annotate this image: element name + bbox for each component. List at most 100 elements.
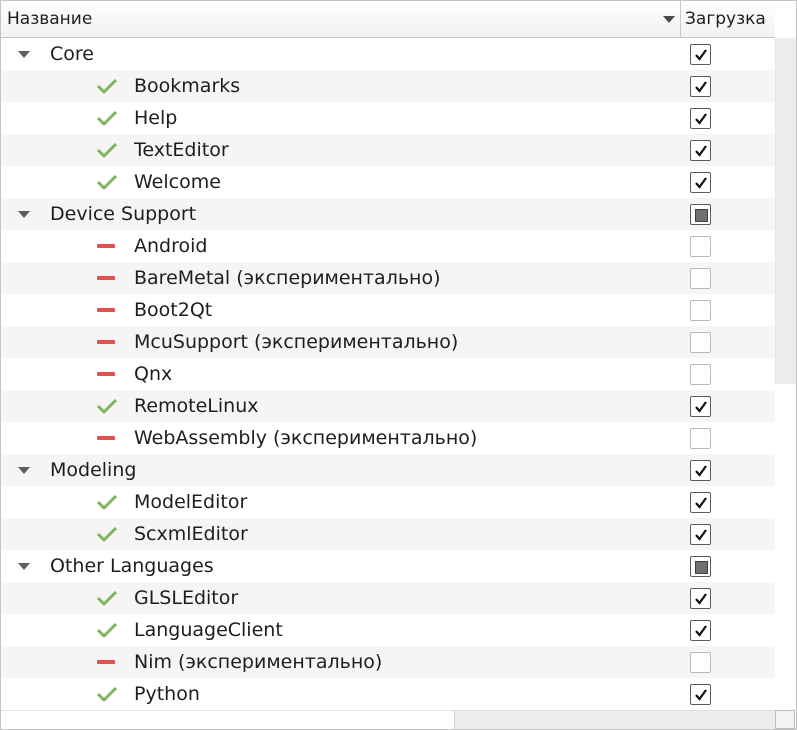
load-checkbox[interactable] bbox=[690, 300, 711, 321]
tree-row[interactable]: GLSLEditor bbox=[1, 582, 775, 614]
checkmark-icon bbox=[695, 81, 707, 93]
plugin-name: ModelEditor bbox=[134, 491, 248, 513]
load-checkbox[interactable] bbox=[690, 652, 711, 673]
plugin-tree-view: Название Загрузка Core Bookmarks Help TextE… bbox=[0, 0, 797, 730]
chevron-down-icon[interactable] bbox=[18, 467, 30, 474]
checkmark-icon bbox=[695, 529, 707, 541]
tree-group-row[interactable]: Other Languages bbox=[1, 550, 775, 582]
tree-row[interactable]: Boot2Qt bbox=[1, 294, 775, 326]
plugin-name: ScxmlEditor bbox=[134, 523, 248, 545]
plugin-name: Qnx bbox=[134, 363, 173, 385]
load-checkbox[interactable] bbox=[690, 108, 711, 129]
scrollbar-corner bbox=[775, 710, 796, 729]
load-checkbox[interactable] bbox=[690, 588, 711, 609]
minus-icon bbox=[97, 340, 115, 344]
checkmark-icon bbox=[695, 177, 707, 189]
checkmark-icon bbox=[695, 465, 707, 477]
plugin-name: RemoteLinux bbox=[134, 395, 259, 417]
tree-row[interactable]: LanguageClient bbox=[1, 614, 775, 646]
horizontal-scrollbar[interactable] bbox=[1, 710, 775, 729]
tree-row[interactable]: Welcome bbox=[1, 166, 775, 198]
tree-row[interactable]: Help bbox=[1, 102, 775, 134]
check-icon bbox=[96, 494, 118, 510]
plugin-name: Welcome bbox=[134, 171, 221, 193]
header-corner bbox=[775, 1, 796, 38]
tree-row[interactable]: Qnx bbox=[1, 358, 775, 390]
column-header-name[interactable]: Название bbox=[1, 1, 681, 38]
plugin-name: BareMetal (экспериментально) bbox=[134, 267, 441, 289]
horizontal-scrollbar-thumb[interactable] bbox=[1, 711, 455, 729]
plugin-name: Bookmarks bbox=[134, 75, 241, 97]
minus-icon bbox=[97, 308, 115, 312]
load-checkbox[interactable] bbox=[690, 172, 711, 193]
column-header-load[interactable]: Загрузка bbox=[681, 1, 775, 38]
check-icon bbox=[96, 110, 118, 126]
tree-group-row[interactable]: Modeling bbox=[1, 454, 775, 486]
plugin-name: McuSupport (экспериментально) bbox=[134, 331, 459, 353]
minus-icon bbox=[97, 372, 115, 376]
chevron-down-icon[interactable] bbox=[18, 563, 30, 570]
plugin-name: GLSLEditor bbox=[134, 587, 239, 609]
checkmark-icon bbox=[695, 401, 707, 413]
tree-header: Название Загрузка bbox=[1, 1, 775, 38]
plugin-name: Core bbox=[50, 43, 94, 65]
tree-row[interactable]: Python bbox=[1, 678, 775, 710]
load-checkbox-partial[interactable] bbox=[690, 556, 711, 577]
load-checkbox[interactable] bbox=[690, 620, 711, 641]
load-checkbox[interactable] bbox=[690, 460, 711, 481]
tree-row[interactable]: BareMetal (экспериментально) bbox=[1, 262, 775, 294]
load-checkbox[interactable] bbox=[690, 268, 711, 289]
load-checkbox[interactable] bbox=[690, 332, 711, 353]
tree-row[interactable]: TextEditor bbox=[1, 134, 775, 166]
load-checkbox[interactable] bbox=[690, 236, 711, 257]
check-icon bbox=[96, 78, 118, 94]
tree-row[interactable]: RemoteLinux bbox=[1, 390, 775, 422]
minus-icon bbox=[97, 276, 115, 280]
plugin-name: Android bbox=[134, 235, 208, 257]
plugin-name: Help bbox=[134, 107, 178, 129]
tree-group-row[interactable]: Device Support bbox=[1, 198, 775, 230]
checkmark-icon bbox=[695, 113, 707, 125]
tree-row[interactable]: Android bbox=[1, 230, 775, 262]
tree-group-row[interactable]: Core bbox=[1, 38, 775, 70]
checkmark-icon bbox=[695, 145, 707, 157]
check-icon bbox=[96, 142, 118, 158]
minus-icon bbox=[97, 244, 115, 248]
plugin-rows: Core Bookmarks Help TextEditor Welcome Device… bbox=[1, 38, 775, 710]
tree-row[interactable]: WebAssembly (экспериментально) bbox=[1, 422, 775, 454]
tree-row[interactable]: Nim (экспериментально) bbox=[1, 646, 775, 678]
checkmark-icon bbox=[695, 593, 707, 605]
chevron-down-icon[interactable] bbox=[18, 211, 30, 218]
load-checkbox[interactable] bbox=[690, 684, 711, 705]
load-checkbox-partial[interactable] bbox=[690, 204, 711, 225]
load-checkbox[interactable] bbox=[690, 364, 711, 385]
tree-row[interactable]: McuSupport (экспериментально) bbox=[1, 326, 775, 358]
check-icon bbox=[96, 590, 118, 606]
chevron-down-icon[interactable] bbox=[18, 51, 30, 58]
load-checkbox[interactable] bbox=[690, 76, 711, 97]
plugin-name: Device Support bbox=[50, 203, 197, 225]
load-checkbox[interactable] bbox=[690, 44, 711, 65]
checkmark-icon bbox=[695, 689, 707, 701]
load-checkbox[interactable] bbox=[690, 524, 711, 545]
plugin-name: Modeling bbox=[50, 459, 137, 481]
plugin-name: Boot2Qt bbox=[134, 299, 213, 321]
check-icon bbox=[96, 174, 118, 190]
check-icon bbox=[96, 622, 118, 638]
tree-row[interactable]: ScxmlEditor bbox=[1, 518, 775, 550]
plugin-name: Other Languages bbox=[50, 555, 214, 577]
vertical-scrollbar-thumb[interactable] bbox=[775, 38, 796, 384]
load-checkbox[interactable] bbox=[690, 428, 711, 449]
tree-row[interactable]: Bookmarks bbox=[1, 70, 775, 102]
check-icon bbox=[96, 526, 118, 542]
sort-indicator-icon bbox=[663, 16, 675, 23]
minus-icon bbox=[97, 660, 115, 664]
plugin-name: TextEditor bbox=[134, 139, 229, 161]
vertical-scrollbar[interactable] bbox=[775, 38, 796, 710]
load-checkbox[interactable] bbox=[690, 396, 711, 417]
tree-row[interactable]: ModelEditor bbox=[1, 486, 775, 518]
load-checkbox[interactable] bbox=[690, 140, 711, 161]
load-checkbox[interactable] bbox=[690, 492, 711, 513]
plugin-name: Nim (экспериментально) bbox=[134, 651, 383, 673]
check-icon bbox=[96, 398, 118, 414]
